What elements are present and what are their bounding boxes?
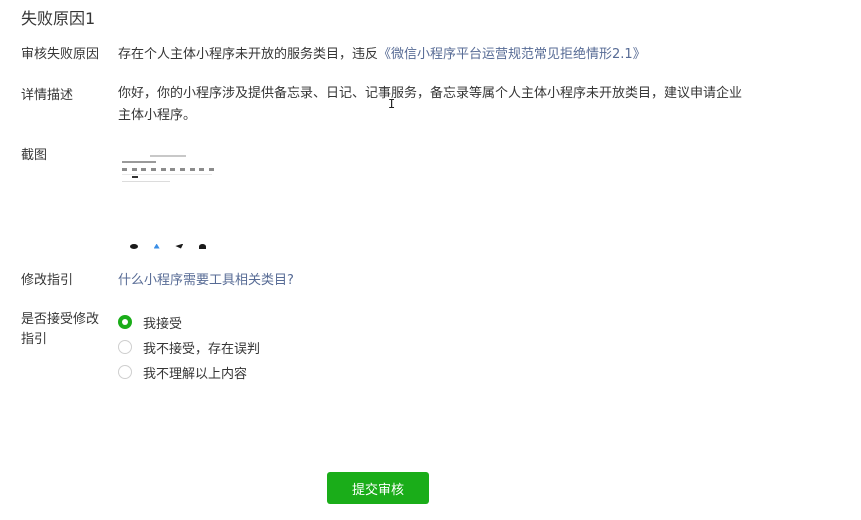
guide-value: 什么小程序需要工具相关类目? bbox=[118, 270, 294, 292]
thumb-divider bbox=[122, 174, 212, 175]
radio-label: 我不理解以上内容 bbox=[143, 366, 248, 382]
thumb-tag bbox=[132, 176, 138, 178]
reason-rule-link[interactable]: 《微信小程序平台运营规范常见拒绝情形2.1》 bbox=[378, 47, 646, 62]
thumb-title-bar bbox=[150, 155, 186, 157]
detail-value: 你好，你的小程序涉及提供备忘录、日记、记事服务，备忘录等属个人主体小程序未开放类… bbox=[118, 86, 743, 123]
thumb-tool-icon bbox=[131, 168, 137, 171]
guide-label: 修改指引 bbox=[21, 273, 74, 288]
reason-value: 存在个人主体小程序未开放的服务类目，违反《微信小程序平台运营规范常见拒绝情形2.… bbox=[118, 44, 646, 66]
thumb-header bbox=[122, 161, 156, 163]
radio-checked-icon[interactable] bbox=[118, 315, 132, 329]
thumb-tool-icon bbox=[179, 168, 185, 171]
thumb-tool-icon bbox=[160, 168, 166, 171]
accept-radio-group: 我接受 我不接受，存在误判 我不理解以上内容 bbox=[118, 312, 260, 387]
reason-label: 审核失败原因 bbox=[21, 47, 100, 62]
radio-accept[interactable]: 我接受 bbox=[118, 312, 260, 332]
thumb-toolbar bbox=[122, 168, 214, 171]
thumb-tool-icon bbox=[189, 168, 195, 171]
screenshot-thumbnail[interactable] bbox=[118, 152, 218, 250]
radio-reject-misjudged[interactable]: 我不接受，存在误判 bbox=[118, 337, 260, 357]
radio-label: 我不接受，存在误判 bbox=[143, 341, 261, 357]
thumb-tool-icon bbox=[170, 168, 176, 171]
thumb-tool-icon bbox=[208, 168, 214, 171]
radio-label: 我接受 bbox=[143, 316, 183, 332]
thumb-tool-icon bbox=[199, 168, 205, 171]
screenshot-label: 截图 bbox=[21, 148, 48, 163]
thumb-text-line bbox=[122, 181, 170, 182]
detail-label: 详情描述 bbox=[21, 88, 74, 103]
thumb-home-icon bbox=[129, 243, 138, 249]
radio-not-understand[interactable]: 我不理解以上内容 bbox=[118, 362, 260, 382]
thumb-send-icon bbox=[175, 243, 184, 249]
thumb-tool-icon bbox=[150, 168, 156, 171]
page-title: 失败原因1 bbox=[21, 9, 96, 28]
radio-unchecked-icon[interactable] bbox=[118, 365, 132, 379]
thumb-tool-icon bbox=[141, 168, 147, 171]
text-cursor-icon: I bbox=[388, 97, 396, 111]
submit-review-button[interactable]: 提交审核 bbox=[327, 472, 429, 504]
radio-unchecked-icon[interactable] bbox=[118, 340, 132, 354]
thumb-tool-icon bbox=[122, 168, 127, 171]
guide-link[interactable]: 什么小程序需要工具相关类目? bbox=[118, 273, 294, 288]
thumb-tab-bar bbox=[122, 242, 214, 250]
reason-text: 存在个人主体小程序未开放的服务类目，违反 bbox=[118, 47, 379, 62]
accept-label: 是否接受修改指引 bbox=[21, 312, 100, 347]
thumb-edit-icon bbox=[153, 243, 160, 249]
thumb-user-icon bbox=[199, 243, 207, 249]
